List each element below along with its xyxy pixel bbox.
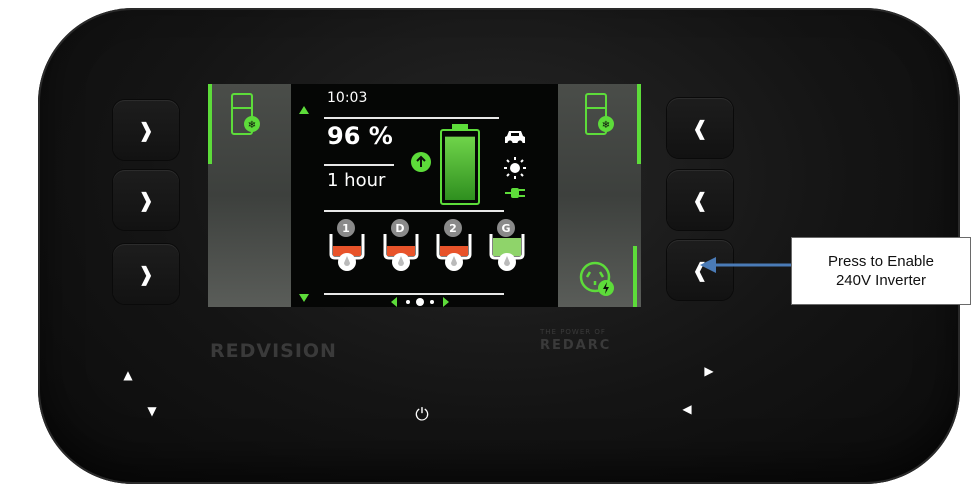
page-indicator[interactable] — [391, 297, 449, 307]
main-display: 10:03 96 % 1 hour 1 D 2 G — [291, 84, 558, 307]
brand-logo-right: THE POWER OF REDARC — [540, 328, 650, 353]
left-button-bottom[interactable]: ❱ — [113, 244, 179, 304]
right-button-middle[interactable]: ❰ — [667, 170, 733, 230]
divider — [324, 164, 394, 166]
selected-indicator — [637, 84, 641, 164]
left-button-top[interactable]: ❱ — [113, 100, 179, 160]
page-next-icon — [443, 297, 449, 307]
brand-tagline: THE POWER OF — [540, 328, 606, 336]
divider — [324, 293, 504, 295]
power-icon: ⏻ — [415, 405, 429, 425]
chevron-right-icon: ❱ — [137, 118, 155, 142]
page-prev-icon — [391, 297, 397, 307]
battery-icon — [440, 124, 480, 205]
left-button-middle[interactable]: ❱ — [113, 170, 179, 230]
callout-text-line-1: Press to Enable — [828, 253, 934, 270]
right-arrow-button[interactable]: ▶ — [694, 358, 724, 384]
inverter-outlet-icon[interactable] — [578, 260, 616, 298]
svg-text:❄: ❄ — [602, 120, 610, 131]
chevron-left-icon: ❰ — [691, 116, 709, 140]
fresh-water-tank-1 — [329, 234, 365, 271]
callout-box: Press to Enable 240V Inverter — [791, 237, 971, 305]
left-arrow-button[interactable]: ◀ — [672, 396, 702, 422]
display-screen: ❄ 10:03 96 % 1 hour 1 D 2 G ❄ — [208, 84, 641, 307]
grey-water-tank — [489, 234, 525, 271]
brand-logo-left: REDVISION — [210, 340, 337, 362]
arrow-right-icon: ▶ — [704, 364, 714, 378]
left-shortcut-column: ❄ — [208, 84, 291, 307]
selected-indicator — [633, 246, 637, 307]
battery-percent: 96 % — [327, 122, 393, 150]
arrow-left-icon: ◀ — [682, 402, 692, 416]
up-button[interactable]: ▲ — [113, 362, 143, 388]
callout-arrow — [700, 257, 794, 273]
fridge-icon[interactable]: ❄ — [230, 92, 260, 138]
divider — [324, 210, 504, 212]
solar-icon — [504, 157, 526, 179]
chevron-left-icon: ❰ — [691, 188, 709, 212]
chevron-right-icon: ❱ — [137, 262, 155, 286]
time-remaining: 1 hour — [327, 170, 386, 191]
brand-name: REDARC — [540, 338, 612, 353]
scroll-down-icon[interactable] — [299, 294, 309, 302]
chevron-right-icon: ❱ — [137, 188, 155, 212]
divider — [324, 117, 499, 119]
mains-plug-icon — [505, 188, 525, 198]
vehicle-icon — [505, 131, 525, 146]
right-button-top[interactable]: ❰ — [667, 98, 733, 158]
arrow-down-icon: ▼ — [147, 404, 157, 418]
selected-indicator — [208, 84, 212, 164]
battery-level-fill — [445, 136, 475, 200]
drinking-water-tank — [383, 234, 419, 271]
fresh-water-tank-2 — [436, 234, 472, 271]
arrow-up-icon: ▲ — [123, 368, 133, 382]
charging-up-icon — [411, 152, 431, 172]
right-shortcut-column: ❄ — [558, 84, 641, 307]
scroll-up-icon[interactable] — [299, 106, 309, 114]
svg-text:❄: ❄ — [248, 120, 256, 131]
callout-text-line-2: 240V Inverter — [835, 272, 927, 289]
power-button[interactable]: ⏻ — [405, 400, 439, 430]
fridge-icon[interactable]: ❄ — [584, 92, 614, 138]
clock: 10:03 — [327, 90, 368, 106]
down-button[interactable]: ▼ — [137, 398, 167, 424]
